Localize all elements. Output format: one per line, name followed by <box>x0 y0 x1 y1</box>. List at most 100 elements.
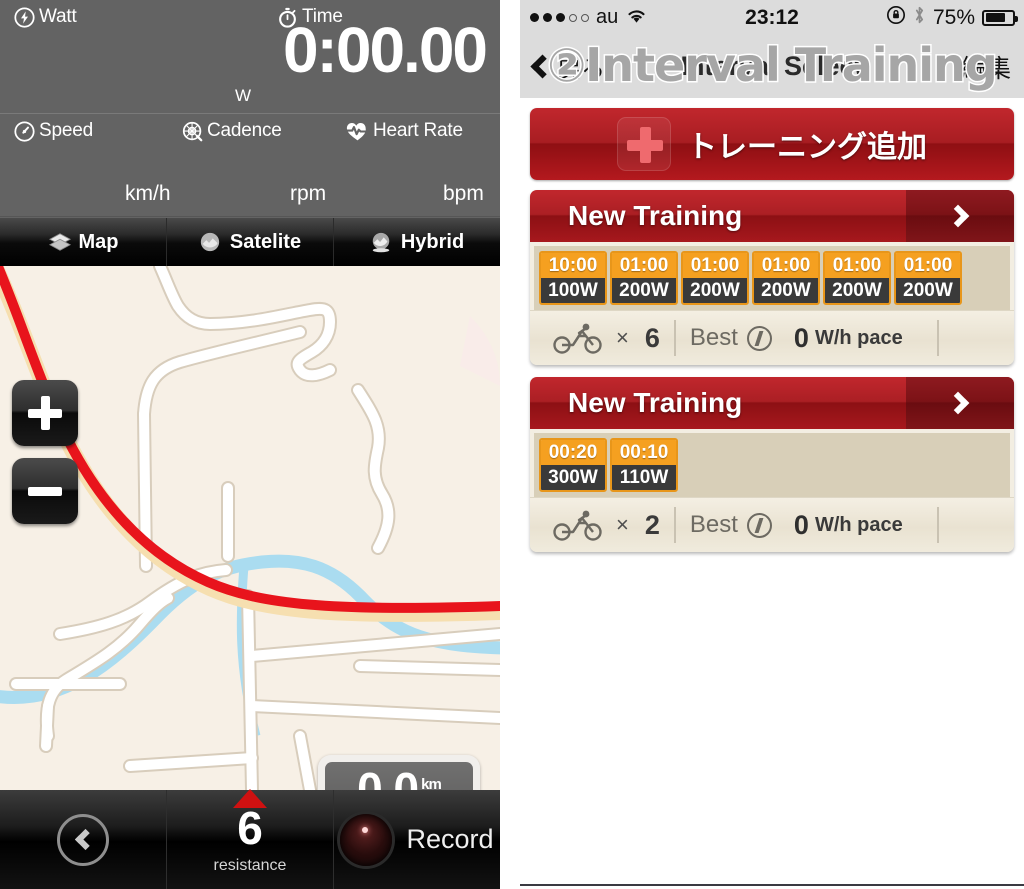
watt-unit: W <box>235 86 252 105</box>
callout-distance: 0.0 km <box>325 766 473 790</box>
heart-rate-unit: bpm <box>443 182 484 205</box>
resistance-indicator-icon <box>233 789 267 808</box>
metric-speed-label: Speed <box>14 120 93 142</box>
training-card[interactable]: New Training 00:20 300W 00:10 110W × 2 B… <box>530 377 1014 552</box>
map-type-tabbar: Map Satelite Hybrid <box>0 218 500 266</box>
cycling-computer-panel: Watt Time 0:00.00 W Speed Cadence Heart … <box>0 0 500 889</box>
tab-map[interactable]: Map <box>0 218 166 266</box>
callout-distance-unit: km <box>421 775 442 790</box>
training-step[interactable]: 01:00 200W <box>894 251 962 305</box>
training-card-header[interactable]: New Training <box>530 377 1014 429</box>
bottom-toolbar: 6 resistance Record <box>0 789 500 889</box>
best-unit: W/h pace <box>814 326 903 349</box>
step-power: 300W <box>541 465 605 490</box>
plus-icon <box>617 117 671 171</box>
metric-watt-text: Watt <box>39 6 77 27</box>
step-time: 01:00 <box>896 253 960 278</box>
elevation-callout: 0.0km 5.3% <box>318 755 480 790</box>
tab-hybrid[interactable]: Hybrid <box>333 218 500 266</box>
step-time: 01:00 <box>825 253 889 278</box>
best-unit: W/h pace <box>814 513 903 536</box>
step-time: 00:10 <box>612 440 676 465</box>
zoom-in-button[interactable] <box>12 380 78 446</box>
cyclist-icon <box>552 322 604 354</box>
training-steps: 10:00 100W 01:00 200W 01:00 200W 01:00 2… <box>530 242 1014 310</box>
training-list: トレーニング追加 New Training 10:00 100W 01:00 2… <box>520 98 1024 889</box>
metric-cadence-text: Cadence <box>207 120 282 141</box>
training-step[interactable]: 01:00 200W <box>610 251 678 305</box>
panel-gap <box>500 0 520 889</box>
bottom-divider <box>520 884 1024 886</box>
training-step[interactable]: 00:20 300W <box>539 438 607 492</box>
training-stats: × 2 Best 0 W/h pace <box>530 497 1014 552</box>
step-power: 110W <box>612 465 676 490</box>
battery-icon <box>982 9 1018 26</box>
cadence-unit: rpm <box>290 182 327 205</box>
resistance-stepper[interactable]: 6 resistance <box>166 789 333 889</box>
tab-hybrid-label: Hybrid <box>400 230 465 253</box>
training-step[interactable]: 00:10 110W <box>610 438 678 492</box>
minus-icon <box>28 486 62 496</box>
map-canvas[interactable]: 西田橋 0.0km 5.3% <box>0 266 500 790</box>
training-card-header[interactable]: New Training <box>530 190 1014 242</box>
training-step[interactable]: 10:00 100W <box>539 251 607 305</box>
repeat-symbol: × <box>616 512 629 537</box>
repeat-count: 2 <box>644 509 660 540</box>
back-button[interactable] <box>0 790 166 889</box>
metric-heart-rate-label: Heart Rate <box>346 120 463 142</box>
step-power: 200W <box>683 278 747 303</box>
bluetooth-icon <box>913 5 926 31</box>
tab-satelite[interactable]: Satelite <box>166 218 333 266</box>
speed-unit: km/h <box>125 182 171 205</box>
rotation-lock-icon <box>886 5 906 31</box>
best-value: 0 <box>793 509 809 540</box>
chevron-right-icon <box>946 204 969 228</box>
interval-select-screen: au 23:12 75% 戻る Interval Select 編集 ②Inte… <box>520 0 1024 889</box>
add-training-button[interactable]: トレーニング追加 <box>530 108 1014 180</box>
callout-distance-value: 0.0 <box>357 763 419 790</box>
resistance-label: resistance <box>213 856 287 874</box>
back-arrow-icon <box>57 813 109 866</box>
speedometer-icon <box>14 120 35 142</box>
annotation-overlay: ②Interval Training <box>546 37 1000 94</box>
battery-percent: 75% <box>932 5 975 29</box>
heart-pulse-icon <box>346 121 369 142</box>
repeat-symbol: × <box>616 325 629 350</box>
training-disclosure-button[interactable] <box>906 190 1014 242</box>
training-title: New Training <box>568 387 743 418</box>
record-dot-icon <box>340 813 393 866</box>
best-label: Best <box>689 324 738 351</box>
step-time: 01:00 <box>612 253 676 278</box>
training-step[interactable]: 01:00 200W <box>681 251 749 305</box>
training-steps: 00:20 300W 00:10 110W <box>530 429 1014 497</box>
ios-status-bar: au 23:12 75% <box>520 0 1024 35</box>
best-value: 0 <box>793 322 809 353</box>
cadence-icon <box>182 121 203 142</box>
tab-satelite-label: Satelite <box>229 230 302 253</box>
globe-shaded-icon <box>370 231 392 253</box>
metric-cadence-label: Cadence <box>182 120 282 142</box>
repeat-count: 6 <box>644 322 660 353</box>
training-step[interactable]: 01:00 200W <box>823 251 891 305</box>
metric-speed-text: Speed <box>39 120 93 141</box>
training-step[interactable]: 01:00 200W <box>752 251 820 305</box>
training-stats: × 6 Best 0 W/h pace <box>530 310 1014 365</box>
tab-map-label: Map <box>78 230 119 253</box>
step-time: 01:00 <box>754 253 818 278</box>
step-power: 200W <box>825 278 889 303</box>
training-title: New Training <box>568 200 743 231</box>
metric-heart-rate-text: Heart Rate <box>373 120 463 141</box>
globe-icon <box>199 231 221 253</box>
time-value: 0:00.00 <box>282 14 488 86</box>
zoom-out-button[interactable] <box>12 458 78 524</box>
step-time: 01:00 <box>683 253 747 278</box>
cyclist-icon <box>552 509 604 541</box>
add-training-label: トレーニング追加 <box>687 130 927 165</box>
metrics-header: Watt Time 0:00.00 W Speed Cadence Heart … <box>0 0 500 218</box>
bolt-circle-icon <box>746 512 772 538</box>
bolt-circle-icon <box>14 6 35 28</box>
record-button[interactable]: Record <box>333 790 500 889</box>
training-card[interactable]: New Training 10:00 100W 01:00 200W 01:00… <box>530 190 1014 365</box>
step-power: 200W <box>612 278 676 303</box>
training-disclosure-button[interactable] <box>906 377 1014 429</box>
